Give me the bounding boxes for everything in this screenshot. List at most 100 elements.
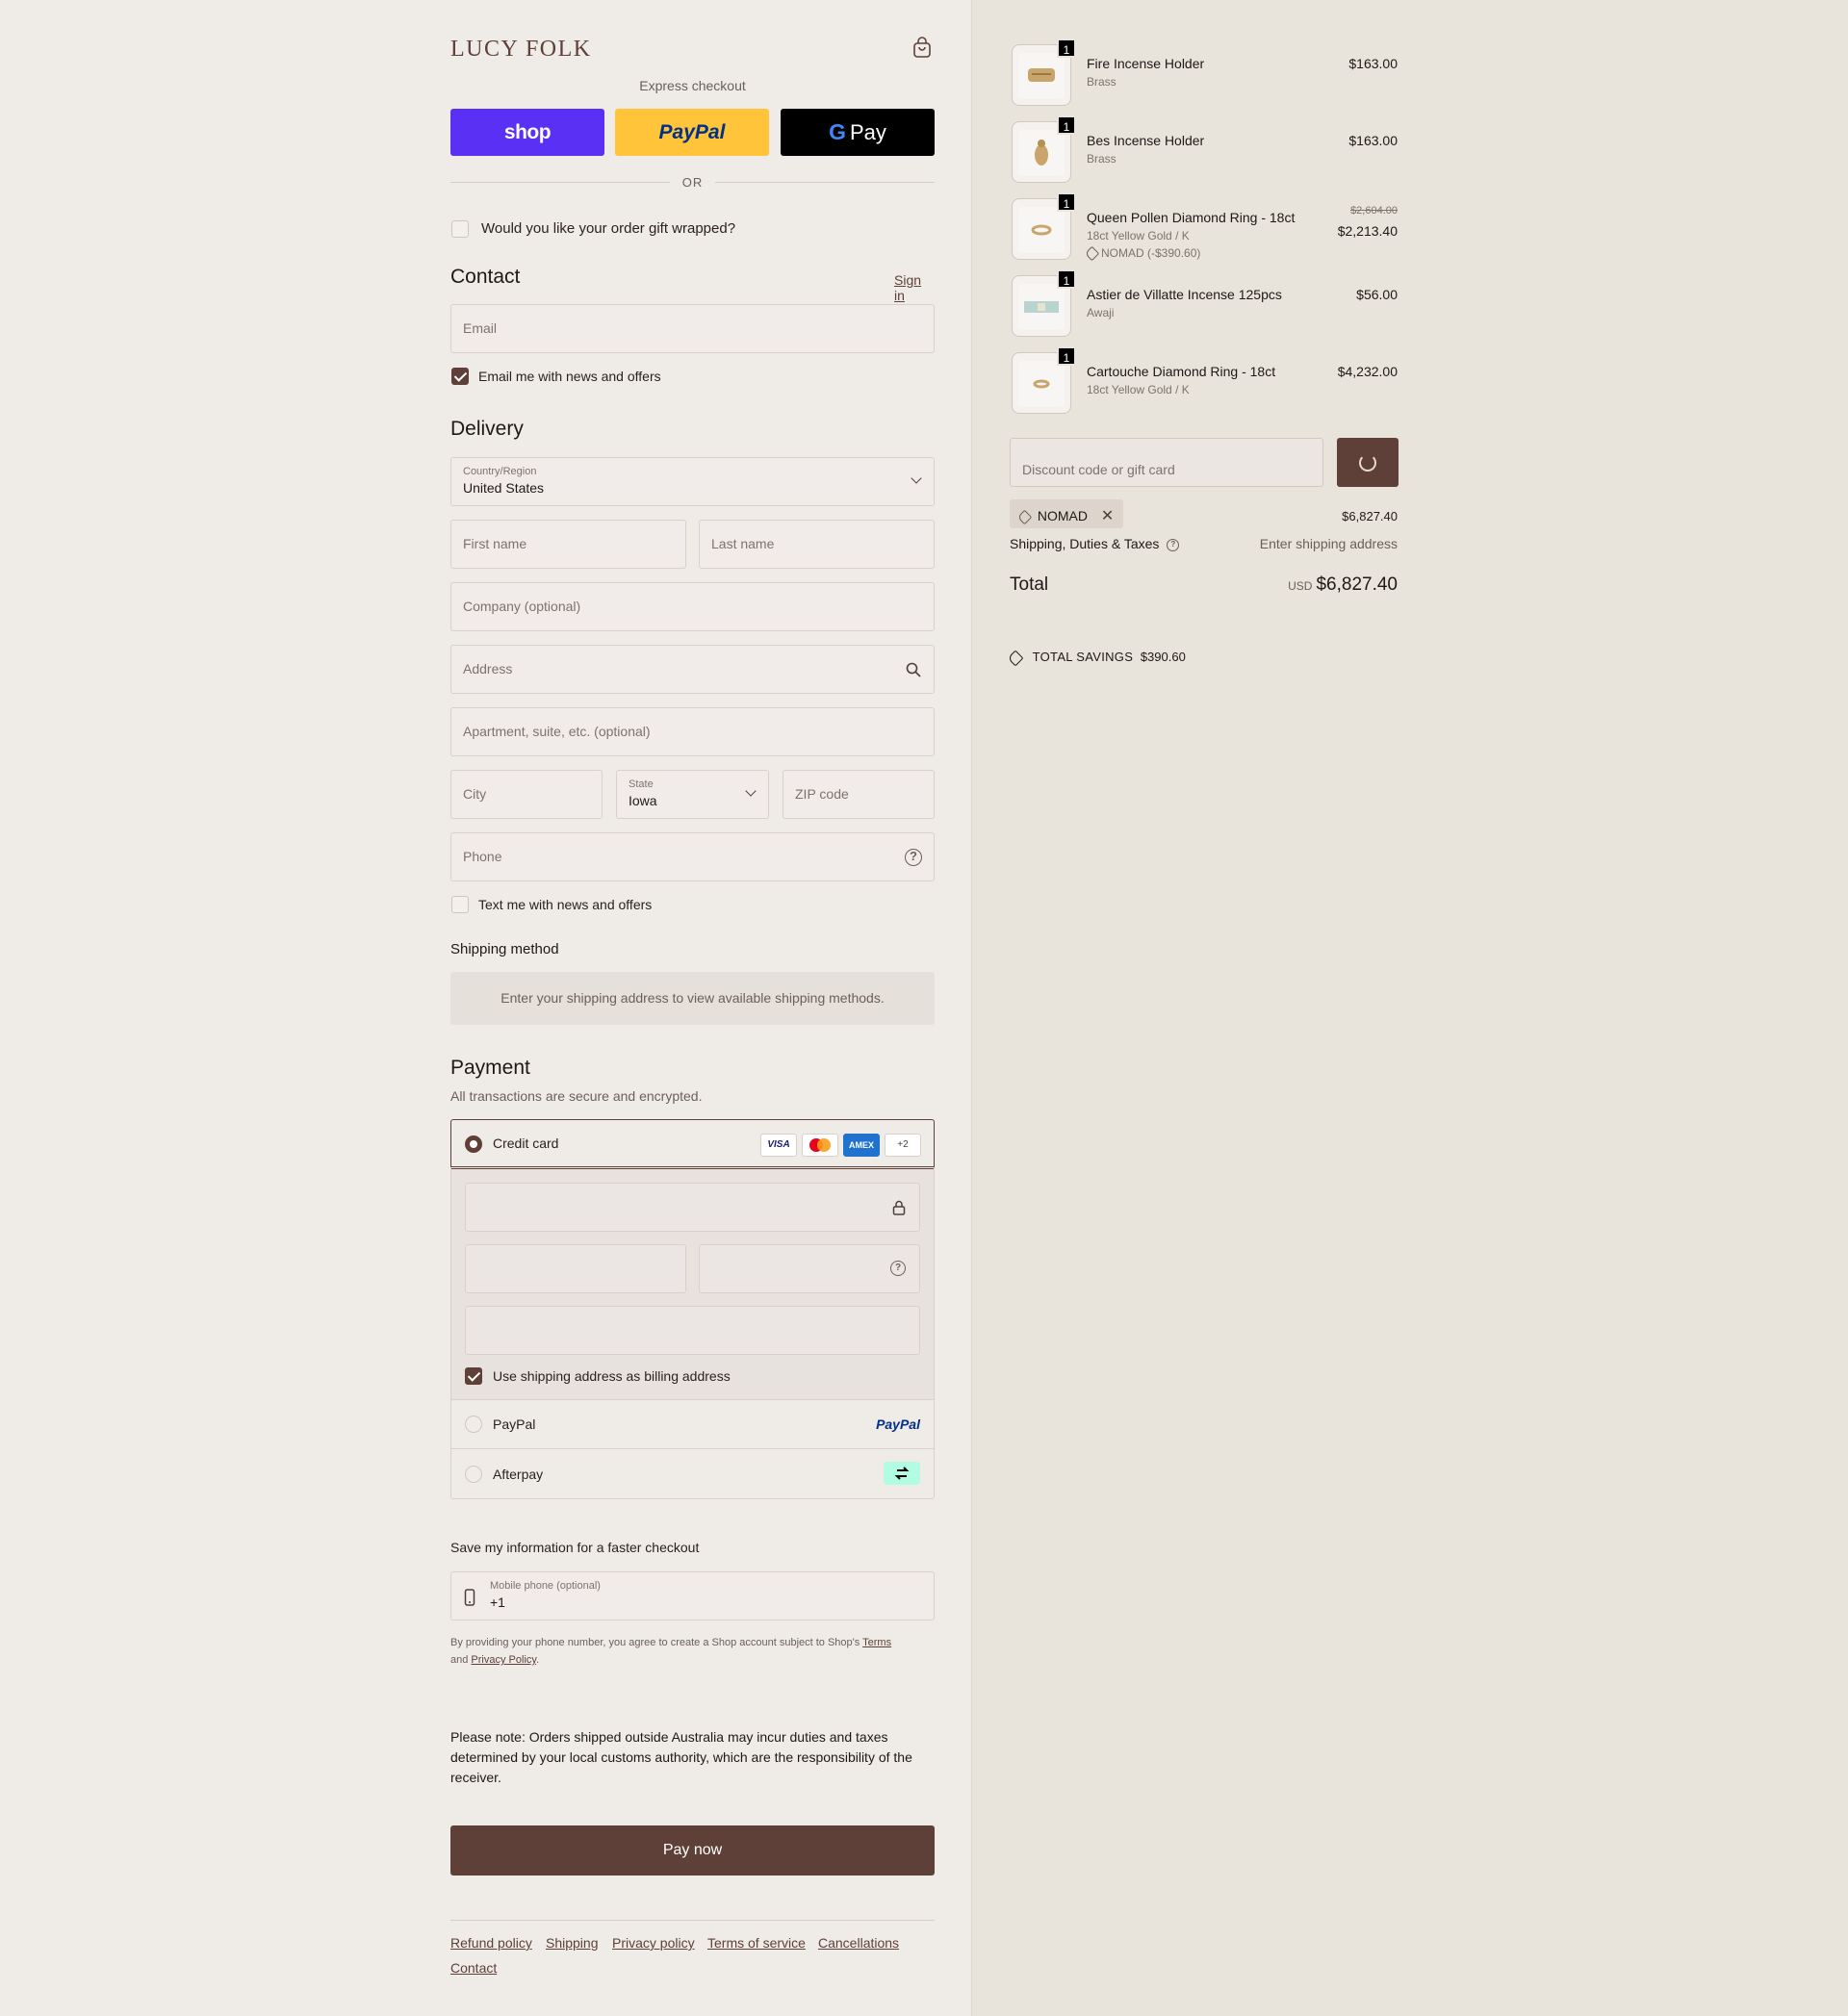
state-select[interactable]: State Iowa: [616, 770, 769, 819]
footer-contact[interactable]: Contact: [450, 1960, 497, 1976]
footer-divider: [450, 1920, 935, 1921]
item-variant: 18ct Yellow Gold / K: [1087, 383, 1190, 396]
email-placeholder: Email: [463, 320, 498, 336]
product-thumbnail: [1018, 284, 1065, 330]
terms-link[interactable]: Terms: [862, 1637, 891, 1648]
help-icon[interactable]: ?: [890, 1261, 906, 1276]
paypal-express-button[interactable]: PayPal: [615, 109, 769, 156]
google-pay-button[interactable]: G Pay: [781, 109, 935, 156]
billing-same-checkbox[interactable]: [465, 1367, 482, 1385]
gift-wrap-label[interactable]: Would you like your order gift wrapped?: [481, 220, 735, 237]
expiration-field[interactable]: [465, 1244, 686, 1293]
last-name-placeholder: Last name: [711, 536, 775, 551]
footer-privacy-policy[interactable]: Privacy policy: [612, 1935, 695, 1951]
quantity-badge: 1: [1057, 38, 1076, 58]
visa-icon: VISA: [760, 1134, 797, 1157]
shipping-method-heading: Shipping method: [450, 941, 559, 957]
currency-code: USD: [1288, 579, 1313, 593]
legal-text: By providing your phone number, you agre…: [450, 1637, 860, 1648]
country-value: United States: [463, 480, 545, 496]
product-thumbnail: [1018, 130, 1065, 176]
chevron-down-icon: [911, 472, 922, 484]
shop-pay-label: shop: [503, 120, 552, 143]
payment-subtitle: All transactions are secure and encrypte…: [450, 1088, 703, 1104]
total-row: Total USD $6,827.40: [1010, 574, 1398, 603]
shopping-bag-icon[interactable]: [911, 37, 934, 60]
product-image: 1: [1012, 192, 1076, 260]
phone-field[interactable]: Phone ?: [450, 832, 935, 881]
product-image: 1: [1012, 346, 1076, 414]
cart-item: 1 Cartouche Diamond Ring - 18ct 18ct Yel…: [1010, 346, 1398, 416]
apply-discount-button[interactable]: [1337, 438, 1399, 487]
product-thumbnail: [1018, 207, 1065, 253]
zip-field[interactable]: ZIP code: [783, 770, 935, 819]
first-name-field[interactable]: First name: [450, 520, 686, 569]
quantity-badge: 1: [1057, 346, 1076, 366]
state-label: State: [629, 778, 654, 790]
gift-wrap-checkbox[interactable]: [451, 220, 469, 238]
express-checkout-title: Express checkout: [639, 78, 746, 93]
name-on-card-field[interactable]: [465, 1306, 920, 1355]
last-name-field[interactable]: Last name: [699, 520, 935, 569]
billing-same-label[interactable]: Use shipping address as billing address: [493, 1368, 731, 1384]
paypal-label: PayPal: [493, 1416, 536, 1432]
apartment-field[interactable]: Apartment, suite, etc. (optional): [450, 707, 935, 756]
search-icon: [906, 662, 921, 677]
address-field[interactable]: Address: [450, 645, 935, 694]
help-icon[interactable]: ?: [1167, 538, 1180, 551]
mobile-phone-field[interactable]: Mobile phone (optional) +1: [450, 1571, 935, 1620]
item-price: $4,232.00: [1337, 364, 1398, 379]
product-thumbnail: [1018, 53, 1065, 99]
product-image: 1: [1012, 38, 1076, 106]
chevron-down-icon: [745, 785, 757, 797]
item-name: Queen Pollen Diamond Ring - 18ct: [1087, 210, 1296, 225]
email-news-checkbox[interactable]: [451, 368, 469, 385]
subtotal-value: $6,827.40: [1342, 509, 1398, 523]
footer-refund-policy[interactable]: Refund policy: [450, 1935, 532, 1951]
security-code-field[interactable]: ?: [699, 1244, 920, 1293]
credit-card-radio[interactable]: [465, 1136, 482, 1153]
payment-heading: Payment: [450, 1057, 530, 1079]
footer-shipping[interactable]: Shipping: [546, 1935, 599, 1951]
legal-and: and: [450, 1654, 469, 1666]
privacy-policy-link[interactable]: Privacy Policy: [471, 1654, 536, 1666]
text-news-label[interactable]: Text me with news and offers: [478, 897, 652, 912]
company-field[interactable]: Company (optional): [450, 582, 935, 631]
apartment-placeholder: Apartment, suite, etc. (optional): [463, 724, 651, 739]
card-number-field[interactable]: [465, 1183, 920, 1232]
discount-code-input[interactable]: Discount code or gift card: [1010, 438, 1323, 487]
footer-cancellations[interactable]: Cancellations: [818, 1935, 899, 1951]
email-news-label[interactable]: Email me with news and offers: [478, 369, 661, 384]
cart-item: 1 Queen Pollen Diamond Ring - 18ct 18ct …: [1010, 192, 1398, 262]
total-amount: USD $6,827.40: [1288, 574, 1398, 596]
paypal-radio[interactable]: [465, 1416, 482, 1433]
pay-now-button[interactable]: Pay now: [450, 1825, 935, 1876]
city-placeholder: City: [463, 786, 487, 802]
paypal-option[interactable]: PayPal PayPal: [451, 1400, 934, 1449]
shop-pay-button[interactable]: shop: [450, 109, 604, 156]
city-field[interactable]: City: [450, 770, 603, 819]
help-icon[interactable]: ?: [905, 849, 922, 866]
afterpay-radio[interactable]: [465, 1466, 482, 1483]
sign-in-link[interactable]: Sign in: [894, 272, 935, 303]
cart-item: 1 Fire Incense Holder Brass $163.00: [1010, 38, 1398, 108]
item-variant: Awaji: [1087, 306, 1115, 319]
quantity-badge: 1: [1057, 115, 1076, 135]
afterpay-label: Afterpay: [493, 1467, 544, 1482]
total-savings-label: TOTAL SAVINGS: [1032, 650, 1134, 664]
item-price: $56.00: [1356, 287, 1398, 302]
footer-terms-of-service[interactable]: Terms of service: [707, 1935, 806, 1951]
brand-logo[interactable]: LUCY FOLK: [450, 37, 592, 63]
mobile-phone-icon: [464, 1589, 475, 1606]
afterpay-option[interactable]: Afterpay: [451, 1449, 934, 1498]
text-news-checkbox[interactable]: [451, 896, 469, 913]
paypal-logo: PayPal: [876, 1416, 920, 1432]
phone-placeholder: Phone: [463, 849, 502, 864]
total-savings-row: TOTAL SAVINGS $390.60: [1007, 650, 1398, 667]
item-price: $163.00: [1348, 133, 1398, 148]
credit-card-option[interactable]: Credit card VISA AMEX +2: [450, 1119, 935, 1167]
google-g-icon: G: [829, 119, 846, 144]
email-field[interactable]: Email: [450, 304, 935, 353]
country-select[interactable]: Country/Region United States: [450, 457, 935, 506]
shipping-row: Shipping, Duties & Taxes ? Enter shippin…: [1010, 536, 1398, 551]
